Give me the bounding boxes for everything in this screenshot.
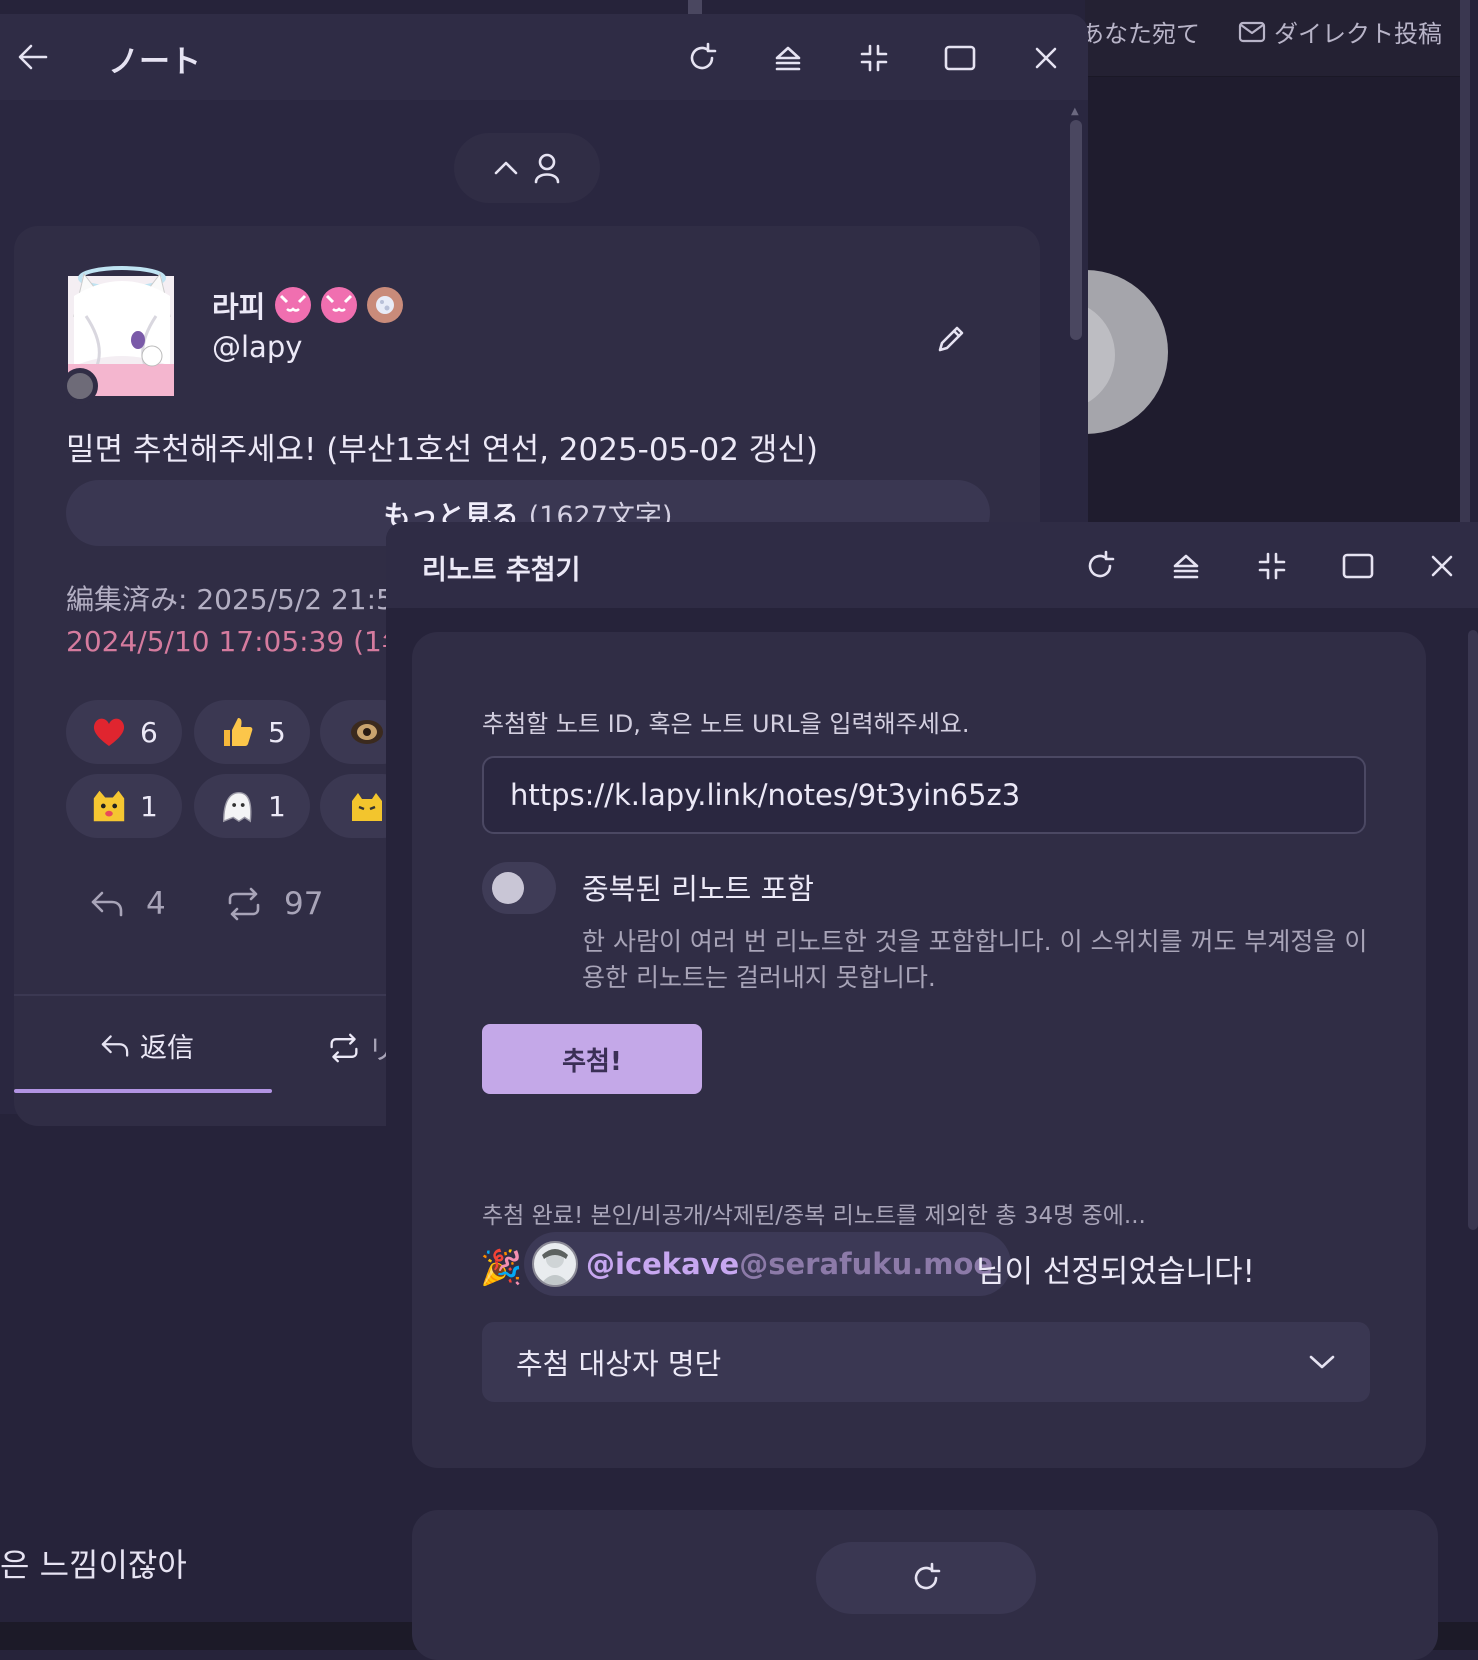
reply-count-value: 4 [146, 886, 166, 922]
background-note-text: 은 느낌이잖아 [0, 1546, 187, 1584]
display-name[interactable]: 라피 [212, 284, 404, 326]
reload-icon[interactable] [1080, 546, 1120, 586]
tab-home[interactable]: あなた宛て [1080, 14, 1200, 49]
yellow-cat-icon [90, 787, 128, 825]
lottery-scrollbar[interactable] [1468, 630, 1478, 1230]
toggle-knob[interactable] [492, 872, 524, 904]
winner-host: @serafuku.moe [739, 1247, 994, 1281]
note-scrollbar[interactable] [1070, 120, 1082, 340]
reaction-heart[interactable]: 6 [66, 700, 182, 764]
pink-cat-emoji [321, 287, 358, 323]
reload-icon[interactable] [682, 38, 722, 78]
tab-renotes[interactable]: リ [328, 1028, 395, 1067]
include-duplicates-label[interactable]: 중복된 리노트 포함 [582, 866, 814, 908]
white-ghost-icon [218, 787, 256, 825]
reply-icon [100, 1033, 130, 1059]
reaction-thumbs-up[interactable]: 5 [194, 700, 310, 764]
chevron-down-icon [1308, 1353, 1336, 1371]
winner-mention[interactable]: @icekave @serafuku.moe [524, 1232, 1012, 1296]
reaction-yellow-cat[interactable]: 1 [66, 774, 182, 838]
collapse-icon[interactable] [1166, 546, 1206, 586]
back-arrow-icon[interactable] [16, 42, 50, 72]
tab-replies[interactable]: 返信 [100, 1026, 194, 1065]
post-timestamp[interactable]: 2024/5/10 17:05:39 (1年 [66, 620, 410, 660]
party-popper-icon: 🎉 [480, 1248, 523, 1288]
eye-emoji-icon [348, 713, 386, 751]
background-scrollbar[interactable] [1460, 0, 1470, 540]
edited-timestamp[interactable]: 編集済み: 2025/5/2 21:5 [66, 578, 394, 618]
avatar[interactable] [62, 256, 176, 404]
minimize-icon[interactable] [1252, 546, 1292, 586]
result-summary: 추첨 완료! 본인/비공개/삭제된/중복 리노트를 제외한 총 34명 중에..… [482, 1203, 1146, 1229]
draw-button[interactable]: 추첨! [482, 1024, 702, 1094]
moon-emoji [367, 287, 404, 323]
tab-direct[interactable]: ダイレクト投稿 [1238, 14, 1442, 49]
note-url-input[interactable] [482, 756, 1366, 834]
renote-icon [328, 1033, 360, 1063]
close-icon[interactable] [1026, 38, 1066, 78]
entrants-list-dropdown[interactable]: 추첨 대상자 명단 [482, 1322, 1370, 1402]
pink-cat-emoji [275, 287, 312, 323]
scroll-up-arrow[interactable]: ▲ [1071, 106, 1079, 117]
note-text: 밀면 추천해주세요! (부산1호선 연선, 2025-05-02 갱신) [66, 432, 818, 468]
online-status-dot [62, 368, 98, 404]
active-tab-indicator [14, 1089, 272, 1093]
lottery-window-title: 리노트 추첨기 [422, 555, 581, 586]
include-duplicates-description: 한 사람이 여러 번 리노트한 것을 포함합니다. 이 스위치를 꺼도 부계정을… [582, 927, 1368, 992]
close-icon[interactable] [1422, 546, 1462, 586]
heart-icon [90, 713, 128, 751]
background-divider [688, 0, 702, 14]
reaction-count: 1 [140, 789, 158, 823]
reaction-count: 6 [140, 715, 158, 749]
chevron-up-icon [493, 159, 519, 177]
yellow-face-icon [348, 787, 386, 825]
display-name-text: 라피 [212, 290, 266, 324]
pencil-icon[interactable] [934, 322, 968, 356]
tab-direct-label: ダイレクト投稿 [1274, 20, 1442, 48]
reload-icon [910, 1562, 942, 1594]
reaction-count: 1 [268, 789, 286, 823]
user-handle[interactable]: @lapy [212, 330, 302, 364]
maximize-icon[interactable] [940, 38, 980, 78]
winner-message: 님이 선정되었습니다! [976, 1254, 1255, 1290]
reload-button[interactable] [816, 1542, 1036, 1614]
collapse-icon[interactable] [768, 38, 808, 78]
maximize-icon[interactable] [1338, 546, 1378, 586]
note-id-label: 추첨할 노트 ID, 혹은 노트 URL을 입력해주세요. [482, 710, 970, 738]
entrants-list-label: 추첨 대상자 명단 [516, 1347, 722, 1381]
renote-count-value: 97 [284, 886, 324, 922]
renote-button[interactable]: 97 [226, 886, 323, 922]
winner-username: @icekave [586, 1247, 740, 1281]
reply-button[interactable]: 4 [90, 886, 166, 922]
user-icon [533, 152, 561, 184]
tab-replies-label: 返信 [140, 1033, 194, 1064]
reply-icon [90, 889, 124, 919]
minimize-icon[interactable] [854, 38, 894, 78]
reaction-white-ghost[interactable]: 1 [194, 774, 310, 838]
reaction-count: 5 [268, 715, 286, 749]
renote-icon [226, 887, 262, 921]
note-window-title: ノート [108, 44, 201, 80]
thumbs-up-icon [218, 713, 256, 751]
winner-avatar [532, 1241, 578, 1287]
show-user-button[interactable] [454, 133, 600, 203]
divider [14, 994, 400, 996]
mail-icon [1238, 21, 1266, 43]
